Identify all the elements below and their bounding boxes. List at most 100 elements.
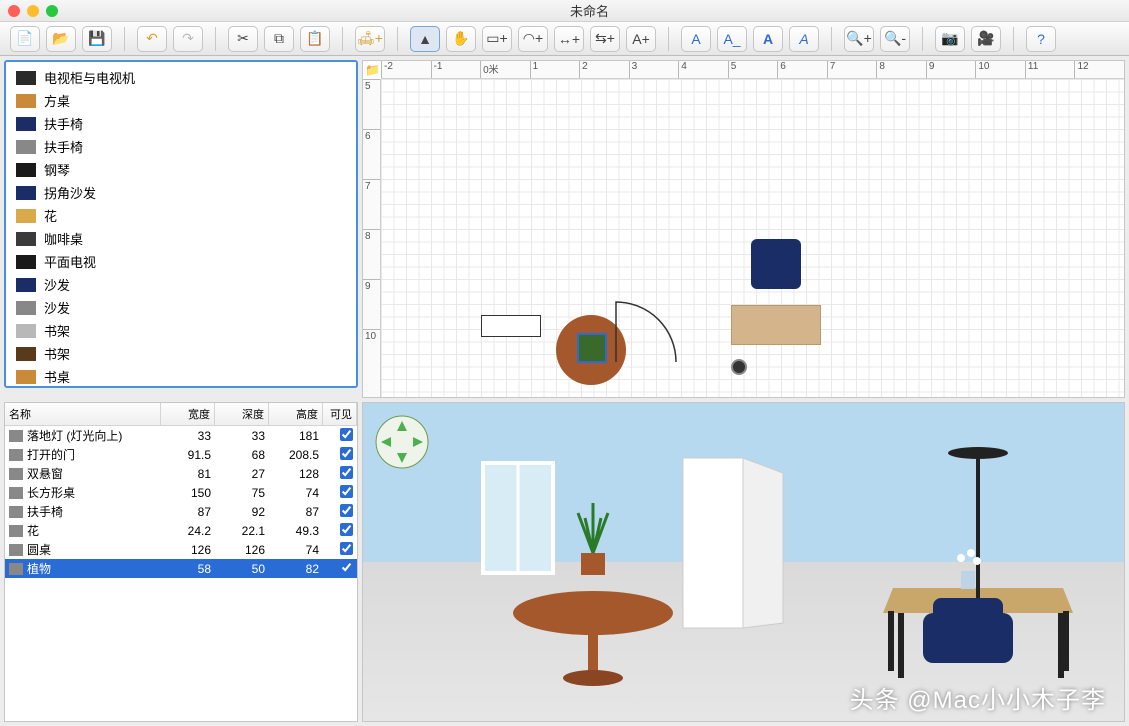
dimension-add-button[interactable]: ⇆+: [590, 26, 620, 52]
row-height: 87: [269, 504, 323, 520]
visible-checkbox[interactable]: [340, 485, 353, 498]
toolbar: 📄 📂 💾 ↶ ↷ ✂ ⧉ 📋 🛋+ ▲ ✋ ▭+ ◠+ ↔+ ⇆+ A+ A …: [0, 22, 1129, 56]
catalog-item[interactable]: 沙发: [6, 273, 356, 296]
zoom-out-button[interactable]: 🔍-: [880, 26, 910, 52]
zoom-in-button[interactable]: 🔍+: [844, 26, 874, 52]
scene-door-frame: [683, 458, 743, 628]
ruler-tick: 5: [728, 61, 778, 78]
table-row[interactable]: 花 24.2 22.1 49.3: [5, 521, 357, 540]
room-tool-button[interactable]: ◠+: [518, 26, 548, 52]
video-button[interactable]: 🎥: [971, 26, 1001, 52]
plan-obj-lamp[interactable]: [731, 359, 747, 375]
catalog-item[interactable]: 方桌: [6, 89, 356, 112]
view-3d[interactable]: 头条 @Mac小小木子李: [362, 402, 1125, 722]
cut-button[interactable]: ✂: [228, 26, 258, 52]
catalog-item[interactable]: 钢琴: [6, 158, 356, 181]
floor-plan[interactable]: 📁 -2-10米123456789101112 5678910: [362, 60, 1125, 398]
row-width: 33: [161, 428, 215, 444]
scene-plant: [578, 503, 608, 553]
ruler-tick: 12: [1074, 61, 1124, 78]
ruler-tick: 7: [363, 179, 380, 229]
visible-checkbox[interactable]: [340, 542, 353, 555]
plan-canvas[interactable]: [381, 79, 1124, 397]
save-button[interactable]: 💾: [82, 26, 112, 52]
text-italic-button[interactable]: A: [789, 26, 819, 52]
redo-button[interactable]: ↷: [173, 26, 203, 52]
row-width: 91.5: [161, 447, 215, 463]
plan-obj-armchair[interactable]: [751, 239, 801, 289]
row-name: 打开的门: [27, 446, 75, 463]
plan-obj-plant-selected[interactable]: [577, 333, 607, 363]
dimension-tool-button[interactable]: ↔+: [554, 26, 584, 52]
minimize-icon[interactable]: [27, 5, 39, 17]
text-bold-button[interactable]: A: [681, 26, 711, 52]
table-row[interactable]: 圆桌 126 126 74: [5, 540, 357, 559]
separator: [922, 27, 923, 51]
select-tool-button[interactable]: ▲: [410, 26, 440, 52]
scene-door: [743, 458, 783, 628]
col-width[interactable]: 宽度: [161, 403, 215, 425]
new-button[interactable]: 📄: [10, 26, 40, 52]
ruler-tick: -1: [431, 61, 481, 78]
wall-tool-button[interactable]: ▭+: [482, 26, 512, 52]
visible-checkbox[interactable]: [340, 447, 353, 460]
row-depth: 22.1: [215, 523, 269, 539]
catalog-item[interactable]: 平面电视: [6, 250, 356, 273]
table-row[interactable]: 落地灯 (灯光向上) 33 33 181: [5, 426, 357, 445]
ruler-tick: 6: [777, 61, 827, 78]
furniture-icon: [16, 301, 36, 315]
visible-checkbox[interactable]: [340, 466, 353, 479]
paste-button[interactable]: 📋: [300, 26, 330, 52]
table-row[interactable]: 长方形桌 150 75 74: [5, 483, 357, 502]
visible-checkbox[interactable]: [340, 561, 353, 574]
catalog-item[interactable]: 扶手椅: [6, 112, 356, 135]
font-button[interactable]: A: [753, 26, 783, 52]
table-row[interactable]: 双悬窗 81 27 128: [5, 464, 357, 483]
catalog-item[interactable]: 拐角沙发: [6, 181, 356, 204]
pan-tool-button[interactable]: ✋: [446, 26, 476, 52]
visible-checkbox[interactable]: [340, 504, 353, 517]
catalog-item[interactable]: 书架: [6, 319, 356, 342]
col-depth[interactable]: 深度: [215, 403, 269, 425]
visible-checkbox[interactable]: [340, 428, 353, 441]
catalog-item[interactable]: 电视柜与电视机: [6, 66, 356, 89]
catalog-item[interactable]: 花: [6, 204, 356, 227]
undo-button[interactable]: ↶: [137, 26, 167, 52]
table-row[interactable]: 植物 58 50 82: [5, 559, 357, 578]
add-furniture-button[interactable]: 🛋+: [355, 26, 385, 52]
plan-obj-rect[interactable]: [481, 315, 541, 337]
copy-button[interactable]: ⧉: [264, 26, 294, 52]
col-visible[interactable]: 可见: [323, 403, 357, 425]
row-width: 81: [161, 466, 215, 482]
catalog-item[interactable]: 咖啡桌: [6, 227, 356, 250]
table-row[interactable]: 扶手椅 87 92 87: [5, 502, 357, 521]
plan-obj-desk[interactable]: [731, 305, 821, 345]
furniture-catalog[interactable]: 电视柜与电视机方桌扶手椅扶手椅钢琴拐角沙发花咖啡桌平面电视沙发沙发书架书架书桌水…: [4, 60, 358, 388]
catalog-item[interactable]: 书架: [6, 342, 356, 365]
ruler-tick: 9: [926, 61, 976, 78]
col-height[interactable]: 高度: [269, 403, 323, 425]
titlebar: 未命名: [0, 0, 1129, 22]
horizontal-splitter[interactable]: [0, 392, 362, 398]
scene-3d: [363, 403, 1124, 721]
catalog-item[interactable]: 书桌: [6, 365, 356, 388]
catalog-item[interactable]: 扶手椅: [6, 135, 356, 158]
catalog-item[interactable]: 沙发: [6, 296, 356, 319]
catalog-item-label: 沙发: [44, 275, 70, 294]
text-tool-button[interactable]: A+: [626, 26, 656, 52]
close-icon[interactable]: [8, 5, 20, 17]
col-name[interactable]: 名称: [5, 403, 161, 425]
scene-plant-pot: [581, 553, 605, 575]
row-height: 181: [269, 428, 323, 444]
plan-obj-door[interactable]: [611, 297, 681, 367]
help-button[interactable]: ?: [1026, 26, 1056, 52]
table-header: 名称 宽度 深度 高度 可见: [5, 403, 357, 426]
table-row[interactable]: 打开的门 91.5 68 208.5: [5, 445, 357, 464]
ruler-tick: 0米: [480, 61, 530, 78]
open-button[interactable]: 📂: [46, 26, 76, 52]
photo-button[interactable]: 📷: [935, 26, 965, 52]
catalog-item-label: 书桌: [44, 367, 70, 386]
text-size-button[interactable]: A_: [717, 26, 747, 52]
visible-checkbox[interactable]: [340, 523, 353, 536]
maximize-icon[interactable]: [46, 5, 58, 17]
